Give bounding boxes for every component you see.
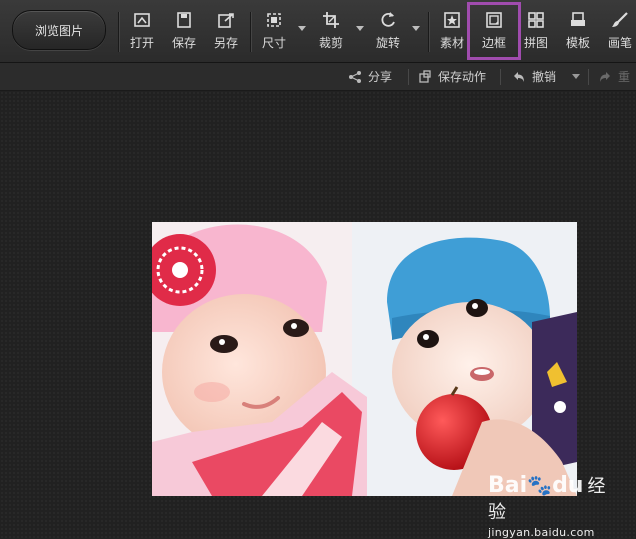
toolbar-separator	[428, 12, 429, 52]
toolbar-separator	[250, 12, 251, 52]
border-icon	[484, 10, 504, 30]
subbar-separator	[588, 69, 589, 85]
save-icon	[174, 10, 194, 30]
save-action-label: 保存动作	[438, 70, 487, 84]
share-icon	[349, 70, 361, 83]
toolbar-separator	[118, 12, 119, 52]
open-icon	[132, 10, 152, 30]
brush-button[interactable]: 画笔	[598, 8, 636, 54]
undo-button[interactable]: 撤销	[512, 63, 556, 90]
rotate-button[interactable]: 旋转	[366, 8, 410, 54]
baby-photo-illustration	[152, 222, 577, 496]
undo-label: 撤销	[532, 70, 557, 84]
crop-label: 裁剪	[318, 36, 343, 50]
save-as-label: 另存	[213, 36, 238, 50]
baidu-logo-suffix: du	[552, 473, 584, 498]
border-label: 边框	[481, 36, 506, 50]
resize-icon	[264, 10, 284, 30]
save-label: 保存	[171, 36, 196, 50]
secondary-toolbar: 分享 保存动作 撤销 重	[0, 63, 636, 91]
save-action-button[interactable]: 保存动作	[418, 63, 486, 90]
material-label: 素材	[439, 36, 464, 50]
resize-label: 尺寸	[261, 36, 286, 50]
rotate-dropdown-caret[interactable]	[412, 26, 420, 31]
resize-dropdown-caret[interactable]	[298, 26, 306, 31]
collage-grid-icon	[526, 10, 546, 30]
jingyan-url: jingyan.baidu.com	[488, 526, 595, 539]
baidu-paw-icon: 🐾	[527, 473, 553, 497]
crop-dropdown-caret[interactable]	[356, 26, 364, 31]
template-label: 模板	[565, 36, 590, 50]
template-icon	[568, 10, 588, 30]
share-button[interactable]: 分享	[348, 63, 392, 90]
share-label: 分享	[368, 70, 393, 84]
collage-label: 拼图	[523, 36, 548, 50]
border-button[interactable]: 边框	[467, 2, 521, 60]
save-as-icon	[216, 10, 236, 30]
star-material-icon	[442, 10, 462, 30]
baidu-logo-text: Bai	[488, 473, 528, 498]
photo-two-babies[interactable]	[152, 222, 577, 496]
baidu-jingyan-watermark: Bai🐾du 经验 jingyan.baidu.com	[488, 472, 618, 539]
rotate-label: 旋转	[375, 36, 400, 50]
crop-icon	[321, 10, 341, 30]
undo-icon	[514, 71, 524, 82]
undo-dropdown-caret[interactable]	[572, 74, 580, 79]
redo-icon	[600, 71, 610, 82]
save-button[interactable]: 保存	[162, 8, 206, 54]
brush-label: 画笔	[607, 36, 632, 50]
brush-icon	[610, 10, 630, 30]
save-as-button[interactable]: 另存	[204, 8, 248, 54]
subbar-separator	[408, 69, 409, 85]
subbar-separator	[500, 69, 501, 85]
resize-button[interactable]: 尺寸	[252, 8, 296, 54]
crop-button[interactable]: 裁剪	[309, 8, 353, 54]
rotate-icon	[378, 10, 398, 30]
collage-button[interactable]: 拼图	[514, 8, 558, 54]
material-button[interactable]: 素材	[430, 8, 474, 54]
redo-button[interactable]: 重	[598, 63, 630, 90]
browse-images-button[interactable]: 浏览图片	[12, 10, 106, 50]
save-action-icon	[419, 69, 431, 83]
main-toolbar: 浏览图片 打开 保存 另存 尺寸 裁剪 旋转 素材 边框 拼图 模板 画笔	[0, 0, 636, 63]
open-button[interactable]: 打开	[120, 8, 164, 54]
open-label: 打开	[129, 36, 154, 50]
template-button[interactable]: 模板	[556, 8, 600, 54]
redo-label: 重	[618, 70, 631, 84]
